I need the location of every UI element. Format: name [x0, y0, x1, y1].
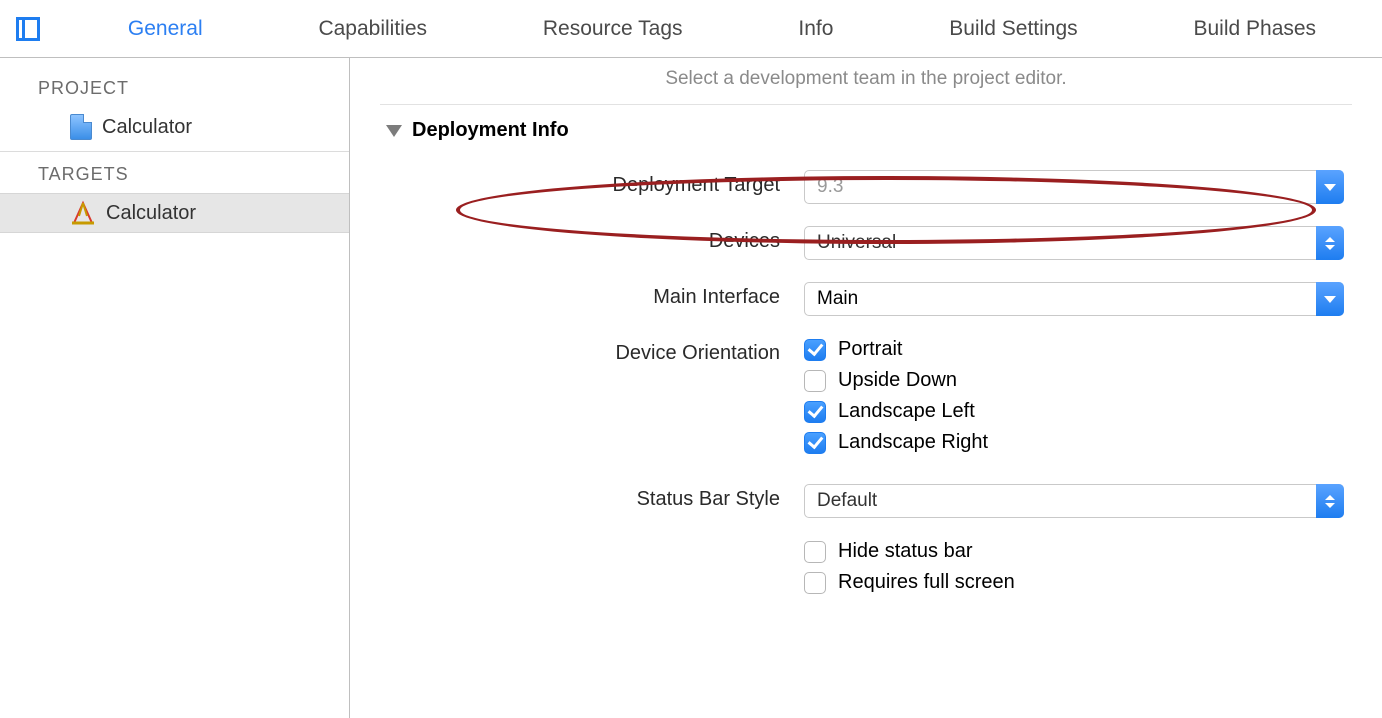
arrow-down-icon: [1325, 245, 1335, 250]
label-main-interface: Main Interface: [380, 282, 780, 309]
sidebar-project-label: Calculator: [102, 116, 192, 139]
status-bar-options-group: Hide status bar Requires full screen: [804, 540, 1352, 602]
main-area: PROJECT Calculator TARGETS Calculator Se…: [0, 58, 1382, 718]
checkbox-label-requires-full-screen: Requires full screen: [838, 571, 1015, 594]
devices-stepper-button[interactable]: [1316, 226, 1344, 260]
sidebar-heading-project: PROJECT: [0, 70, 349, 107]
status-bar-style-value: Default: [817, 490, 877, 512]
arrow-up-icon: [1325, 237, 1335, 242]
checkbox-label-portrait: Portrait: [838, 338, 902, 361]
target-app-icon: [70, 200, 96, 226]
main-interface-combo[interactable]: Main: [804, 282, 1344, 316]
checkbox-requires-full-screen[interactable]: [804, 572, 826, 594]
tab-resource-tags[interactable]: Resource Tags: [527, 17, 699, 41]
section-divider: [380, 104, 1352, 105]
checkbox-row-requires-full-screen[interactable]: Requires full screen: [804, 571, 1352, 594]
arrow-up-icon: [1325, 495, 1335, 500]
arrow-down-icon: [1325, 503, 1335, 508]
field-status-bar-style: Default: [804, 484, 1344, 518]
checkbox-landscape-right[interactable]: [804, 432, 826, 454]
devices-select[interactable]: Universal: [804, 226, 1344, 260]
tabs-container: General Capabilities Resource Tags Info …: [70, 17, 1374, 41]
checkbox-row-landscape-left[interactable]: Landscape Left: [804, 400, 1352, 423]
orientation-group: Portrait Upside Down Landscape Left Land…: [804, 338, 1352, 462]
status-bar-style-stepper-button[interactable]: [1316, 484, 1344, 518]
checkbox-label-hide-status-bar: Hide status bar: [838, 540, 973, 563]
form-deployment-info: Deployment Target Devices Universal Main…: [380, 170, 1352, 602]
label-status-bar-style: Status Bar Style: [380, 484, 780, 511]
sidebar-item-project[interactable]: Calculator: [0, 107, 349, 147]
checkbox-hide-status-bar[interactable]: [804, 541, 826, 563]
checkbox-landscape-left[interactable]: [804, 401, 826, 423]
sidebar: PROJECT Calculator TARGETS Calculator: [0, 58, 350, 718]
checkbox-row-landscape-right[interactable]: Landscape Right: [804, 431, 1352, 454]
chevron-down-icon: [1324, 184, 1336, 191]
deployment-target-combo[interactable]: [804, 170, 1344, 204]
tab-build-phases[interactable]: Build Phases: [1177, 17, 1332, 41]
label-devices: Devices: [380, 226, 780, 253]
label-deployment-target: Deployment Target: [380, 170, 780, 197]
sidebar-divider: [0, 151, 349, 152]
status-bar-style-select[interactable]: Default: [804, 484, 1344, 518]
deployment-target-dropdown-button[interactable]: [1316, 170, 1344, 204]
checkbox-upside-down[interactable]: [804, 370, 826, 392]
content-pane: Select a development team in the project…: [350, 58, 1382, 718]
sidebar-heading-targets: TARGETS: [0, 156, 349, 193]
checkbox-row-upside-down[interactable]: Upside Down: [804, 369, 1352, 392]
field-deployment-target: [804, 170, 1344, 204]
checkbox-label-upside-down: Upside Down: [838, 369, 957, 392]
checkbox-portrait[interactable]: [804, 339, 826, 361]
deployment-target-input[interactable]: [817, 176, 1303, 198]
chevron-down-icon: [1324, 296, 1336, 303]
label-device-orientation: Device Orientation: [380, 338, 780, 365]
tab-capabilities[interactable]: Capabilities: [302, 17, 443, 41]
devices-value: Universal: [817, 232, 896, 254]
sidebar-item-target[interactable]: Calculator: [0, 193, 349, 233]
checkbox-row-hide-status-bar[interactable]: Hide status bar: [804, 540, 1352, 563]
section-header-deployment-info[interactable]: Deployment Info: [380, 119, 1352, 142]
project-icon: [70, 114, 92, 140]
checkbox-label-landscape-left: Landscape Left: [838, 400, 975, 423]
tab-general[interactable]: General: [112, 17, 219, 41]
checkbox-label-landscape-right: Landscape Right: [838, 431, 988, 454]
field-main-interface: Main: [804, 282, 1344, 316]
checkbox-row-portrait[interactable]: Portrait: [804, 338, 1352, 361]
tab-bar: General Capabilities Resource Tags Info …: [0, 0, 1382, 58]
tab-build-settings[interactable]: Build Settings: [933, 17, 1093, 41]
signing-hint: Select a development team in the project…: [380, 68, 1352, 104]
section-title: Deployment Info: [412, 119, 569, 142]
disclosure-triangle-icon: [386, 125, 402, 137]
panel-toggle-icon[interactable]: [16, 17, 40, 41]
main-interface-value: Main: [817, 288, 858, 310]
tab-info[interactable]: Info: [782, 17, 849, 41]
field-devices: Universal: [804, 226, 1344, 260]
sidebar-target-label: Calculator: [106, 202, 196, 225]
main-interface-dropdown-button[interactable]: [1316, 282, 1344, 316]
